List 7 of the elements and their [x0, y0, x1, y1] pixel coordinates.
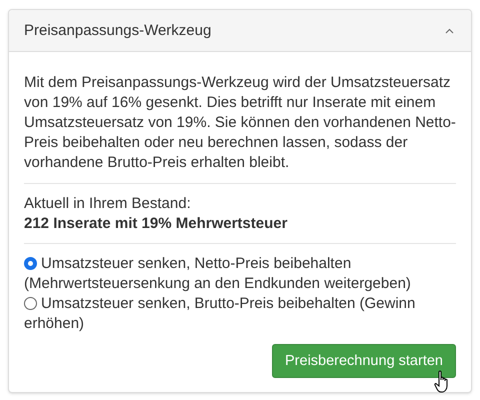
inventory-label: Aktuell in Ihrem Bestand:	[24, 194, 192, 214]
inventory-count: 212 Inserate mit 19% Mehrwertsteuer	[24, 214, 288, 234]
panel-title: Preisanpassungs-Werkzeug	[24, 20, 212, 40]
description-text: Mit dem Preisanpassungs-Werkzeug wird der Umsatzsteuersatz von 19% auf 16% gesenkt. Dies betrifft nur Inserate mit einem Umsatzsteuersatz von 19%. Sie können den vorhandenen Netto-Preis beibehalten oder neu berechnen lassen, sodass der vorhandene Brutto-Preis erhalten bleibt.	[24, 73, 456, 173]
panel-header[interactable]: Preisanpassungs-Werkzeug	[9, 10, 471, 52]
radio-option[interactable]: Umsatzsteuer senken, Netto-Preis beibehalten (Mehrwertsteuersenkung an den Endkunden weitergeben)	[24, 254, 456, 294]
radio-option[interactable]: Umsatzsteuer senken, Brutto-Preis beibehalten (Gewinn erhöhen)	[24, 294, 456, 334]
